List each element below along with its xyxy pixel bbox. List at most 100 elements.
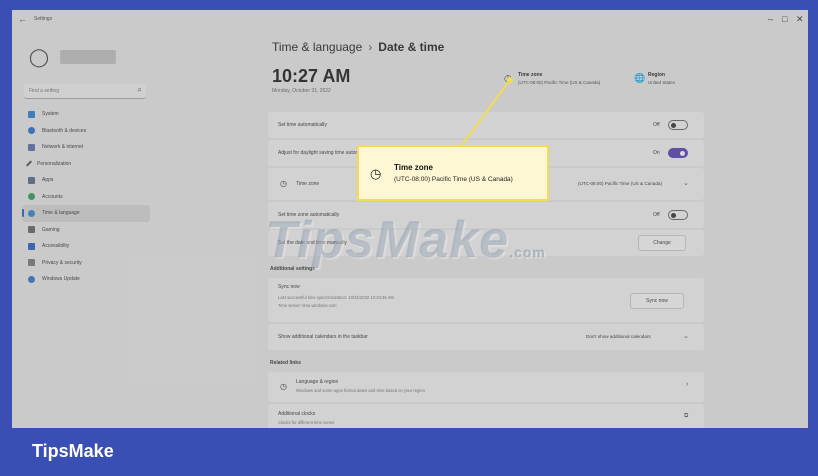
sidebar-item-label: Gaming: [42, 226, 60, 233]
time-zone-dropdown[interactable]: (UTC-08:00) Pacific Time (US & Canada): [578, 181, 662, 186]
language-icon: ◷: [280, 382, 287, 391]
sidebar-item-label: System: [42, 111, 59, 118]
toggle-state-label: Off: [653, 212, 660, 218]
minimize-button[interactable]: –: [768, 14, 773, 24]
set-time-auto-toggle[interactable]: [668, 120, 688, 130]
setting-set-time-automatically: Set time automatically Off: [268, 112, 704, 138]
sidebar-item-system[interactable]: System: [22, 106, 150, 123]
region-info-value: United States: [648, 80, 676, 85]
breadcrumb-parent[interactable]: Time & language: [272, 40, 362, 54]
gamepad-icon: [28, 226, 35, 234]
chevron-down-icon[interactable]: ⌄: [683, 332, 689, 340]
timezone-info-title: Time zone: [518, 72, 543, 78]
change-button[interactable]: Change: [638, 235, 686, 251]
toggle-knob: [680, 150, 685, 156]
sidebar-item-network[interactable]: Network & internet: [22, 139, 150, 156]
additional-clocks-title: Additional clocks: [278, 411, 316, 417]
sidebar-item-label: Apps: [42, 177, 54, 184]
account-icon: [28, 193, 35, 201]
window-title: Settings: [34, 16, 53, 22]
language-region-title: Language & region: [296, 379, 339, 385]
globe-clock-icon: [28, 209, 35, 217]
breadcrumb-separator: ›: [368, 40, 373, 54]
title-bar: ← Settings – □ ✕: [12, 10, 808, 32]
search-icon: ⌕: [137, 85, 142, 94]
sidebar-item-windows-update[interactable]: Windows Update: [22, 271, 150, 288]
additional-clocks-subtitle: Clocks for different time zones: [278, 420, 335, 425]
sidebar-item-time-language[interactable]: Time & language: [22, 205, 150, 222]
sync-now-button[interactable]: Sync now: [630, 293, 684, 309]
sync-last-time: Last successful time synchronization: 10…: [278, 295, 394, 300]
user-name-redacted: [60, 50, 116, 64]
sidebar-nav: System Bluetooth & devices Network & int…: [22, 106, 150, 288]
update-icon: [28, 275, 35, 283]
callout-title: Time zone: [394, 163, 433, 172]
region-info-title: Region: [648, 72, 665, 78]
globe-clock-icon: ◷: [280, 179, 287, 188]
sidebar-item-bluetooth[interactable]: Bluetooth & devices: [22, 123, 150, 140]
sidebar-item-label: Accounts: [42, 193, 63, 200]
sidebar-item-label: Accessibility: [42, 243, 70, 250]
sidebar-item-gaming[interactable]: Gaming: [22, 222, 150, 239]
brush-icon: [25, 160, 33, 167]
watermark-logo: TipsMake.com: [265, 210, 546, 270]
avatar-icon[interactable]: ◯: [26, 44, 52, 70]
toggle-knob: [671, 212, 676, 218]
current-time: 10:27 AM: [272, 66, 351, 86]
sync-title: Sync now: [278, 284, 300, 290]
toggle-state-label: Off: [653, 122, 660, 128]
breadcrumb: Time & language › Date & time: [272, 40, 444, 54]
search-input[interactable]: Find a setting ⌕: [24, 84, 146, 99]
brand-label: TipsMake: [32, 441, 114, 461]
apps-icon: [28, 176, 35, 184]
watermark-text: TipsMake: [265, 211, 510, 269]
accessibility-icon: [28, 242, 35, 250]
sidebar-item-accounts[interactable]: Accounts: [22, 189, 150, 206]
sidebar: ◯ Find a setting ⌕ System Bluetooth & de…: [12, 32, 154, 428]
sidebar-item-privacy[interactable]: Privacy & security: [22, 255, 150, 272]
sidebar-item-label: Privacy & security: [42, 259, 82, 266]
related-links-heading: Related links: [270, 360, 301, 366]
bluetooth-icon: [28, 127, 35, 135]
setting-sync-now: Sync now Last successful time synchroniz…: [268, 278, 704, 322]
globe-clock-icon: ◷: [504, 73, 512, 83]
callout-value: (UTC-08:00) Pacific Time (US & Canada): [394, 176, 513, 183]
toggle-knob: [671, 122, 676, 128]
timezone-info: ◷ Time zone (UTC-08:00) Pacific Time (US…: [504, 72, 626, 90]
region-info: 🌐 Region United States: [634, 72, 694, 90]
calendars-dropdown[interactable]: Don't show additional calendars: [586, 334, 651, 339]
time-zone-callout: ◷ Time zone (UTC-08:00) Pacific Time (US…: [357, 145, 549, 201]
maximize-button[interactable]: □: [782, 14, 787, 24]
page-title: Date & time: [378, 40, 445, 54]
setting-label: Time zone: [296, 181, 320, 187]
setting-label: Show additional calendars in the taskbar: [278, 334, 368, 340]
sidebar-item-accessibility[interactable]: Accessibility: [22, 238, 150, 255]
daylight-toggle[interactable]: [668, 148, 688, 158]
search-placeholder: Find a setting: [29, 88, 60, 94]
sidebar-item-apps[interactable]: Apps: [22, 172, 150, 189]
chevron-right-icon: ›: [686, 381, 689, 388]
setting-label: Set time automatically: [278, 122, 327, 128]
timezone-info-value: (UTC-08:00) Pacific Time (US & Canada): [518, 80, 601, 85]
sidebar-item-label: Personalization: [37, 160, 72, 167]
active-indicator: [22, 209, 24, 217]
sidebar-item-label: Bluetooth & devices: [42, 127, 87, 134]
sidebar-item-label: Windows Update: [42, 276, 80, 283]
set-tz-auto-toggle[interactable]: [668, 210, 688, 220]
language-region-subtitle: Windows and some apps format dates and t…: [296, 388, 425, 393]
link-language-region[interactable]: ◷ Language & region Windows and some app…: [268, 372, 704, 402]
sidebar-item-label: Time & language: [42, 210, 80, 217]
current-date: Monday, October 31, 2022: [272, 88, 331, 94]
close-button[interactable]: ✕: [796, 14, 804, 25]
sidebar-item-personalization[interactable]: Personalization: [22, 156, 150, 173]
wifi-icon: [28, 143, 35, 151]
monitor-icon: [28, 110, 35, 118]
chevron-down-icon[interactable]: ⌄: [683, 179, 689, 187]
globe-icon: 🌐: [634, 73, 646, 83]
external-link-icon: ⧉: [684, 413, 689, 419]
link-additional-clocks[interactable]: Additional clocks Clocks for different t…: [268, 404, 704, 428]
back-arrow-icon[interactable]: ←: [18, 14, 27, 24]
setting-additional-calendars: Show additional calendars in the taskbar…: [268, 324, 704, 350]
shield-icon: [28, 259, 35, 267]
sidebar-item-label: Network & internet: [42, 144, 84, 151]
